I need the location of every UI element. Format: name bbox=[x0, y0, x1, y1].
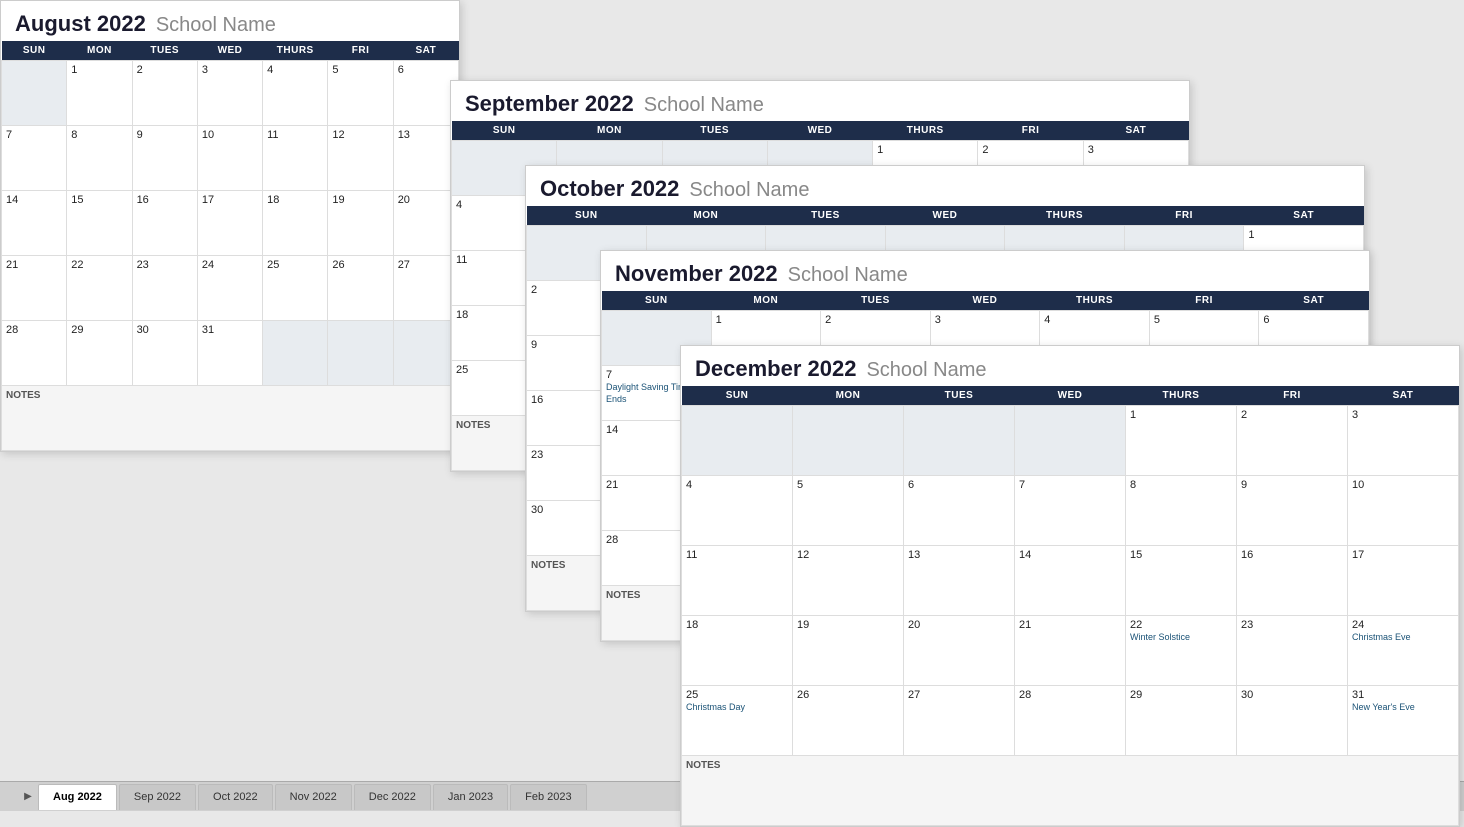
table-row: 1 2 3 bbox=[682, 406, 1459, 476]
aug-grid: SUN MON TUES WED THURS FRI SAT 1 2 3 4 5… bbox=[1, 41, 459, 451]
nov-header: November 2022 School Name bbox=[601, 251, 1369, 291]
oct-school: School Name bbox=[689, 179, 809, 202]
tab-oct-2022[interactable]: Oct 2022 bbox=[198, 784, 273, 810]
aug-thurs: THURS bbox=[263, 41, 328, 61]
tab-dec-2022[interactable]: Dec 2022 bbox=[354, 784, 431, 810]
table-row: 4 5 6 7 8 9 10 bbox=[682, 476, 1459, 546]
dec-school: School Name bbox=[866, 359, 986, 382]
tab-sep-2022[interactable]: Sep 2022 bbox=[119, 784, 196, 810]
notes-row: NOTES bbox=[2, 386, 459, 451]
table-row: 11 12 13 14 15 16 17 bbox=[682, 546, 1459, 616]
december-calendar: December 2022 School Name SUN MON TUES W… bbox=[680, 345, 1460, 827]
dec-notes-label: NOTES bbox=[686, 760, 720, 771]
aug-wed: WED bbox=[197, 41, 262, 61]
nov-notes-label: NOTES bbox=[606, 590, 640, 601]
aug-sun: SUN bbox=[2, 41, 67, 61]
aug-school: School Name bbox=[156, 14, 276, 37]
oct-title: October 2022 bbox=[540, 176, 679, 202]
nov-title: November 2022 bbox=[615, 261, 778, 287]
table-row: 14 15 16 17 18 19 20 bbox=[2, 191, 459, 256]
tab-nov-2022[interactable]: Nov 2022 bbox=[275, 784, 352, 810]
tab-feb-2023[interactable]: Feb 2023 bbox=[510, 784, 586, 810]
tab-aug-2022[interactable]: Aug 2022 bbox=[38, 784, 117, 810]
dec-grid: SUN MON TUES WED THURS FRI SAT 1 2 3 4 bbox=[681, 386, 1459, 826]
table-row: 7 8 9 10 11 12 13 bbox=[2, 126, 459, 191]
august-calendar: August 2022 School Name SUN MON TUES WED… bbox=[0, 0, 460, 452]
aug-sat: SAT bbox=[393, 41, 458, 61]
daylight-saving-event: Daylight Saving Time Ends bbox=[606, 382, 691, 404]
nov-school: School Name bbox=[788, 264, 908, 287]
aug-tues: TUES bbox=[132, 41, 197, 61]
new-years-eve-event: New Year's Eve bbox=[1352, 702, 1415, 712]
oct-header: October 2022 School Name bbox=[526, 166, 1364, 206]
notes-label: NOTES bbox=[6, 390, 40, 401]
dec-title: December 2022 bbox=[695, 356, 856, 382]
table-row: 25Christmas Day 26 27 28 29 30 31New Yea… bbox=[682, 686, 1459, 756]
winter-solstice-event: Winter Solstice bbox=[1130, 632, 1190, 642]
table-row: 18 19 20 21 22Winter Solstice 23 24Chris… bbox=[682, 616, 1459, 686]
table-row: 1 2 3 4 5 6 bbox=[2, 61, 459, 126]
tab-jan-2023[interactable]: Jan 2023 bbox=[433, 784, 508, 810]
tab-prev-arrow[interactable]: ▶ bbox=[20, 789, 36, 805]
sep-school: School Name bbox=[644, 94, 764, 117]
christmas-eve-event: Christmas Eve bbox=[1352, 632, 1411, 642]
aug-mon: MON bbox=[67, 41, 132, 61]
dec-header: December 2022 School Name bbox=[681, 346, 1459, 386]
sep-notes-label: NOTES bbox=[456, 420, 490, 431]
notes-row: NOTES bbox=[682, 756, 1459, 826]
table-row: 28 29 30 31 bbox=[2, 321, 459, 386]
sep-title: September 2022 bbox=[465, 91, 634, 117]
aug-title: August 2022 bbox=[15, 11, 146, 37]
aug-header: August 2022 School Name bbox=[1, 1, 459, 41]
christmas-day-event: Christmas Day bbox=[686, 702, 745, 712]
aug-fri: FRI bbox=[328, 41, 393, 61]
oct-notes-label: NOTES bbox=[531, 560, 565, 571]
sep-header: September 2022 School Name bbox=[451, 81, 1189, 121]
table-row: 21 22 23 24 25 26 27 bbox=[2, 256, 459, 321]
